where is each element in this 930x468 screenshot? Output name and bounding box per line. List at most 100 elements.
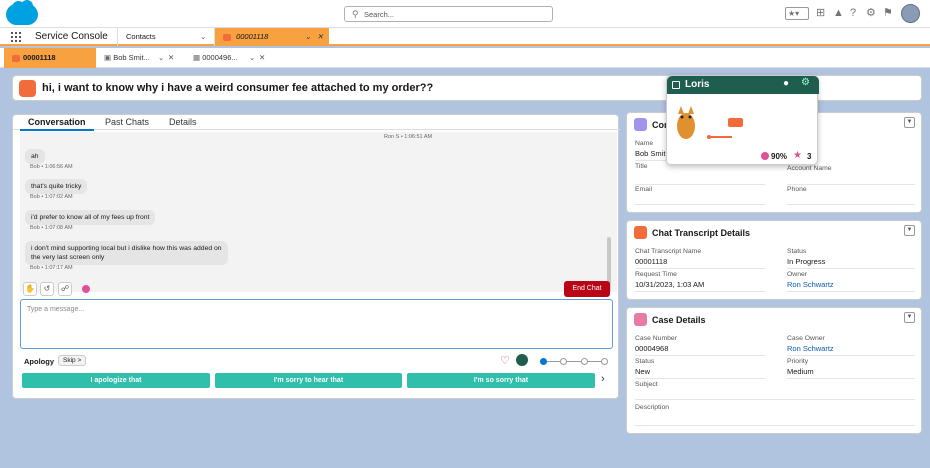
close-icon[interactable]: ✕ bbox=[317, 28, 323, 46]
message-list[interactable]: Ron S • 1:06:51 AM ah Bob • 1:06:56 AM t… bbox=[20, 132, 617, 292]
setup-gear-icon[interactable]: ⚙ bbox=[866, 7, 876, 19]
case-status-value: New bbox=[635, 367, 651, 376]
owner-link[interactable]: Ron Schwartz bbox=[787, 280, 834, 289]
chevron-down-icon[interactable]: ⌄ bbox=[249, 48, 255, 68]
transfer-icon[interactable]: ↺ bbox=[40, 282, 54, 296]
next-chevron-icon[interactable]: › bbox=[601, 373, 605, 385]
customer-question-text: hi, i want to know why i have a weird co… bbox=[42, 82, 434, 94]
divider bbox=[635, 184, 765, 185]
card-menu-chevron-icon[interactable]: ▼ bbox=[904, 312, 915, 323]
field-label: Request Time bbox=[635, 271, 677, 278]
card-menu-chevron-icon[interactable]: ▼ bbox=[904, 117, 915, 128]
user-avatar[interactable] bbox=[901, 4, 920, 23]
field-label: Email bbox=[635, 186, 652, 193]
settings-gear-icon[interactable]: ⚙ bbox=[801, 77, 810, 88]
subtab-case-00004968[interactable]: ▦ 0000496... ⌄ ✕ bbox=[185, 48, 280, 68]
message-meta: Bob • 1:07:02 AM bbox=[30, 194, 73, 200]
app-launcher-icon[interactable] bbox=[11, 32, 21, 42]
field-label: Subject bbox=[635, 381, 658, 388]
chat-transcript-icon bbox=[634, 226, 647, 239]
customer-message: ah bbox=[25, 149, 45, 164]
customer-message: that's quite tricky bbox=[25, 179, 88, 194]
divider bbox=[635, 425, 915, 426]
salesforce-logo[interactable] bbox=[6, 0, 38, 25]
close-icon[interactable]: ✕ bbox=[168, 48, 174, 68]
agent-bot-icon[interactable] bbox=[516, 354, 528, 366]
field-label: Name bbox=[635, 140, 654, 147]
no-heart-icon[interactable]: ♡ bbox=[500, 354, 510, 367]
end-chat-button[interactable]: End Chat bbox=[564, 281, 610, 297]
global-search-input[interactable]: ⚲ Search... bbox=[344, 6, 553, 22]
nav-tab-label: Contacts bbox=[126, 32, 156, 41]
message-text: that's quite tricky bbox=[31, 183, 82, 190]
customer-message: i'd prefer to know all of my fees up fro… bbox=[25, 210, 156, 225]
tab-past-chats[interactable]: Past Chats bbox=[105, 117, 149, 127]
sentiment-score: 90% bbox=[771, 152, 788, 161]
chevron-down-icon[interactable]: ⌄ bbox=[305, 28, 311, 46]
agent-message-meta: Ron S • 1:06:51 AM bbox=[384, 134, 433, 140]
message-meta: Bob • 1:07:17 AM bbox=[30, 265, 73, 271]
loris-assistant-popup: Loris ● ⚙ 90% ★ 3 bbox=[666, 75, 819, 165]
loris-emoji-icon[interactable] bbox=[82, 285, 90, 293]
nav-tab-contacts[interactable]: Contacts ⌄ bbox=[117, 28, 214, 46]
attach-icon[interactable]: ☍ bbox=[58, 282, 72, 296]
sentiment-icon bbox=[761, 152, 769, 160]
search-placeholder: Search... bbox=[364, 10, 395, 19]
chevron-down-icon[interactable]: ⌄ bbox=[200, 28, 206, 46]
contact-name-value[interactable]: Bob Smit bbox=[635, 149, 665, 158]
suggestion-category-label: Apology bbox=[24, 357, 54, 366]
field-label: Status bbox=[635, 358, 655, 365]
message-meta: Bob • 1:07:08 AM bbox=[30, 225, 73, 231]
subtab-chat-00001118[interactable]: 00001118 bbox=[4, 48, 96, 68]
divider bbox=[787, 204, 915, 205]
field-label: Priority bbox=[787, 358, 809, 365]
card-menu-chevron-icon[interactable]: ▼ bbox=[904, 225, 915, 236]
divider bbox=[787, 184, 915, 185]
case-owner-link[interactable]: Ron Schwartz bbox=[787, 344, 834, 353]
hand-raise-icon[interactable]: ✋ bbox=[23, 282, 37, 296]
divider bbox=[787, 291, 915, 292]
favorites-star-icon[interactable]: ★▾ bbox=[785, 7, 809, 20]
briefcase-icon: ▦ bbox=[193, 53, 201, 62]
help-icon[interactable]: ? bbox=[850, 7, 856, 19]
star-count: 3 bbox=[807, 152, 812, 161]
case-number-value: 00004968 bbox=[635, 344, 669, 353]
chat-bubble-icon bbox=[19, 80, 36, 97]
nav-tab-label: 00001118 bbox=[236, 32, 269, 41]
nav-tab-chat-00001118[interactable]: 00001118 ⌄ ✕ bbox=[214, 28, 329, 46]
field-label: Phone bbox=[787, 186, 807, 193]
case-icon bbox=[634, 313, 647, 326]
global-header: ⚲ Search... ★▾ ⊞ ▲ ? ⚙ ⚑ bbox=[0, 0, 930, 28]
skip-button[interactable]: Skip > bbox=[58, 355, 87, 366]
case-details-card: Case Details ▼ Case Number 00004968 Case… bbox=[626, 307, 922, 434]
message-input-placeholder: Type a message... bbox=[27, 306, 85, 313]
conversation-tabs: Conversation Past Chats Details bbox=[13, 115, 620, 131]
close-icon[interactable]: ✕ bbox=[259, 48, 265, 68]
notifications-bell-icon[interactable]: ⚑ bbox=[883, 7, 893, 19]
card-title: Case Details bbox=[652, 315, 706, 325]
chevron-down-icon[interactable]: ⌄ bbox=[158, 48, 164, 68]
subtab-label: 0000496... bbox=[202, 53, 238, 62]
add-icon[interactable]: ⊞ bbox=[816, 7, 825, 19]
star-icon: ★ bbox=[793, 150, 802, 161]
chat-icon bbox=[223, 33, 231, 41]
suggestion-button-3[interactable]: I'm so sorry that bbox=[407, 373, 595, 388]
subtab-label: Bob Smit... bbox=[113, 53, 150, 62]
suggestion-button-2[interactable]: I'm sorry to hear that bbox=[215, 373, 402, 388]
conversation-panel: Conversation Past Chats Details Ron S • … bbox=[12, 114, 620, 399]
loris-title: Loris bbox=[685, 79, 710, 90]
field-label: Case Owner bbox=[787, 335, 825, 342]
message-text: the very last screen only bbox=[31, 254, 105, 261]
message-input[interactable]: Type a message... bbox=[20, 299, 613, 349]
chat-icon bbox=[12, 54, 20, 62]
trailhead-icon[interactable]: ▲ bbox=[833, 7, 844, 19]
tab-conversation[interactable]: Conversation bbox=[20, 117, 93, 131]
contact-card-icon: ▣ bbox=[104, 53, 112, 62]
field-label: Description bbox=[635, 404, 669, 411]
chat-bubble-icon[interactable]: ● bbox=[783, 78, 789, 89]
divider bbox=[635, 291, 765, 292]
tab-details[interactable]: Details bbox=[169, 117, 197, 127]
subtab-contact-bob[interactable]: ▣ Bob Smit... ⌄ ✕ bbox=[96, 48, 185, 68]
suggestion-button-1[interactable]: I apologize that bbox=[22, 373, 210, 388]
contact-icon bbox=[634, 118, 647, 131]
